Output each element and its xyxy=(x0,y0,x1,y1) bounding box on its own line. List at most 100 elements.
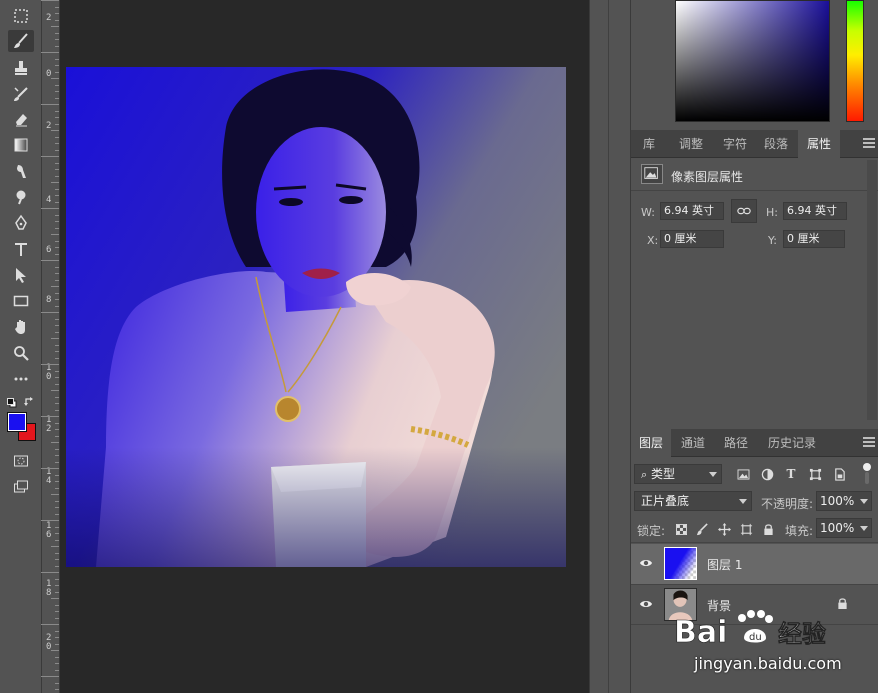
pen-tool-icon[interactable] xyxy=(8,212,34,234)
chevron-down-icon xyxy=(860,499,868,504)
type-tool-icon[interactable] xyxy=(8,238,34,260)
y-field[interactable]: 0 厘米 xyxy=(783,230,845,248)
tab-character[interactable]: 字符 xyxy=(715,130,755,158)
layer1-thumbnail xyxy=(664,547,697,580)
tab-layers[interactable]: 图层 xyxy=(631,429,671,457)
ruler-tick xyxy=(41,572,59,573)
path-selection-icon[interactable] xyxy=(8,264,34,286)
quick-mask-icon[interactable] xyxy=(8,450,34,472)
ruler-tick xyxy=(55,117,59,118)
marquee-tool-icon[interactable] xyxy=(8,5,34,27)
svg-text:du: du xyxy=(749,632,762,643)
ruler-label: 1 4 xyxy=(46,467,52,486)
lock-transparent-icon[interactable] xyxy=(673,521,689,537)
ruler-tick xyxy=(55,351,59,352)
hue-slider[interactable] xyxy=(846,0,864,122)
ruler-tick xyxy=(55,377,59,378)
gradient-tool-icon[interactable] xyxy=(8,134,34,156)
ruler-tick xyxy=(51,130,59,131)
layer-filter-dropdown[interactable]: ⌕ 类型 xyxy=(634,464,722,484)
x-field[interactable]: 0 厘米 xyxy=(660,230,724,248)
ruler-tick xyxy=(41,52,59,53)
ruler-tick xyxy=(55,65,59,66)
width-label: W: xyxy=(641,206,655,219)
ruler-tick xyxy=(55,111,59,112)
brush-tool-icon[interactable] xyxy=(8,30,34,52)
ruler-tick xyxy=(55,20,59,21)
filter-shape-icon[interactable] xyxy=(807,466,823,482)
fill-label: 填充: xyxy=(785,524,814,538)
more-tools-icon[interactable] xyxy=(8,368,34,390)
tab-properties[interactable]: 属性 xyxy=(798,130,840,158)
height-field[interactable]: 6.94 英寸 xyxy=(783,202,847,220)
ruler-tick xyxy=(41,468,59,469)
opacity-field[interactable]: 100% xyxy=(816,491,872,511)
dodge-tool-icon[interactable] xyxy=(8,186,34,208)
smudge-tool-icon[interactable] xyxy=(8,160,34,182)
layer-filter-value: 类型 xyxy=(651,467,676,481)
rectangle-tool-icon[interactable] xyxy=(8,290,34,312)
lock-artboard-icon[interactable] xyxy=(738,521,754,537)
filter-smart-object-icon[interactable] xyxy=(831,466,847,482)
lock-all-icon[interactable] xyxy=(760,521,776,537)
blend-mode-dropdown[interactable]: 正片叠底 xyxy=(634,491,752,511)
ruler-tick xyxy=(41,624,59,625)
tab-library[interactable]: 库 xyxy=(631,130,667,158)
ruler-tick xyxy=(55,345,59,346)
link-dimensions-icon[interactable] xyxy=(731,199,757,223)
ruler-tick xyxy=(55,306,59,307)
ruler-tick xyxy=(55,163,59,164)
ruler-tick xyxy=(55,585,59,586)
ruler-tick xyxy=(55,657,59,658)
tab-channels[interactable]: 通道 xyxy=(673,429,713,457)
ruler-tick xyxy=(55,501,59,502)
ruler-tick xyxy=(55,299,59,300)
history-brush-icon[interactable] xyxy=(8,83,34,105)
ruler-tick xyxy=(55,462,59,463)
panel-menu-icon[interactable] xyxy=(863,437,875,449)
foreground-color-swatch[interactable] xyxy=(7,412,27,432)
ruler-label: 4 xyxy=(46,195,52,205)
visibility-eye-icon[interactable] xyxy=(639,556,653,570)
filter-adjustment-icon[interactable] xyxy=(759,466,775,482)
ruler-tick xyxy=(55,644,59,645)
baidu-logo: Bai du 经验 xyxy=(674,610,826,650)
tab-paragraph[interactable]: 段落 xyxy=(756,130,796,158)
hand-tool-icon[interactable] xyxy=(8,316,34,338)
document-canvas[interactable] xyxy=(66,67,566,567)
tab-paths[interactable]: 路径 xyxy=(716,429,756,457)
canvas-area[interactable] xyxy=(61,0,589,693)
fill-field[interactable]: 100% xyxy=(816,518,872,538)
ruler-tick xyxy=(55,403,59,404)
width-field[interactable]: 6.94 英寸 xyxy=(660,202,724,220)
ruler-tick xyxy=(51,182,59,183)
ruler-tick xyxy=(55,371,59,372)
screen-mode-icon[interactable] xyxy=(8,476,34,498)
zoom-tool-icon[interactable] xyxy=(8,342,34,364)
tab-history[interactable]: 历史记录 xyxy=(760,429,824,457)
filter-toggle[interactable] xyxy=(862,463,872,485)
tab-adjustments[interactable]: 调整 xyxy=(669,130,713,158)
filter-type-icon[interactable]: T xyxy=(783,466,799,482)
stamp-tool-icon[interactable] xyxy=(8,57,34,79)
lock-position-move-icon[interactable] xyxy=(716,521,732,537)
photo-image xyxy=(66,67,566,567)
chevron-down-icon xyxy=(739,499,747,504)
filter-pixel-icon[interactable] xyxy=(735,466,751,482)
ruler-tick xyxy=(55,267,59,268)
ruler-label: 8 xyxy=(46,295,52,305)
layer-row-layer1[interactable]: 图层 1 xyxy=(631,544,878,584)
lock-pixels-brush-icon[interactable] xyxy=(694,521,710,537)
eraser-tool-icon[interactable] xyxy=(8,108,34,130)
panel-menu-icon[interactable] xyxy=(863,138,875,150)
ruler-tick xyxy=(55,91,59,92)
y-label: Y: xyxy=(768,234,777,247)
swap-colors-icon[interactable] xyxy=(24,396,35,407)
ruler-tick xyxy=(55,637,59,638)
color-picker-field[interactable] xyxy=(675,0,830,122)
visibility-eye-icon[interactable] xyxy=(639,597,653,611)
properties-scrollbar[interactable] xyxy=(867,160,877,420)
default-colors-icon[interactable] xyxy=(7,397,17,408)
ruler-tick xyxy=(55,39,59,40)
ruler-tick xyxy=(55,527,59,528)
